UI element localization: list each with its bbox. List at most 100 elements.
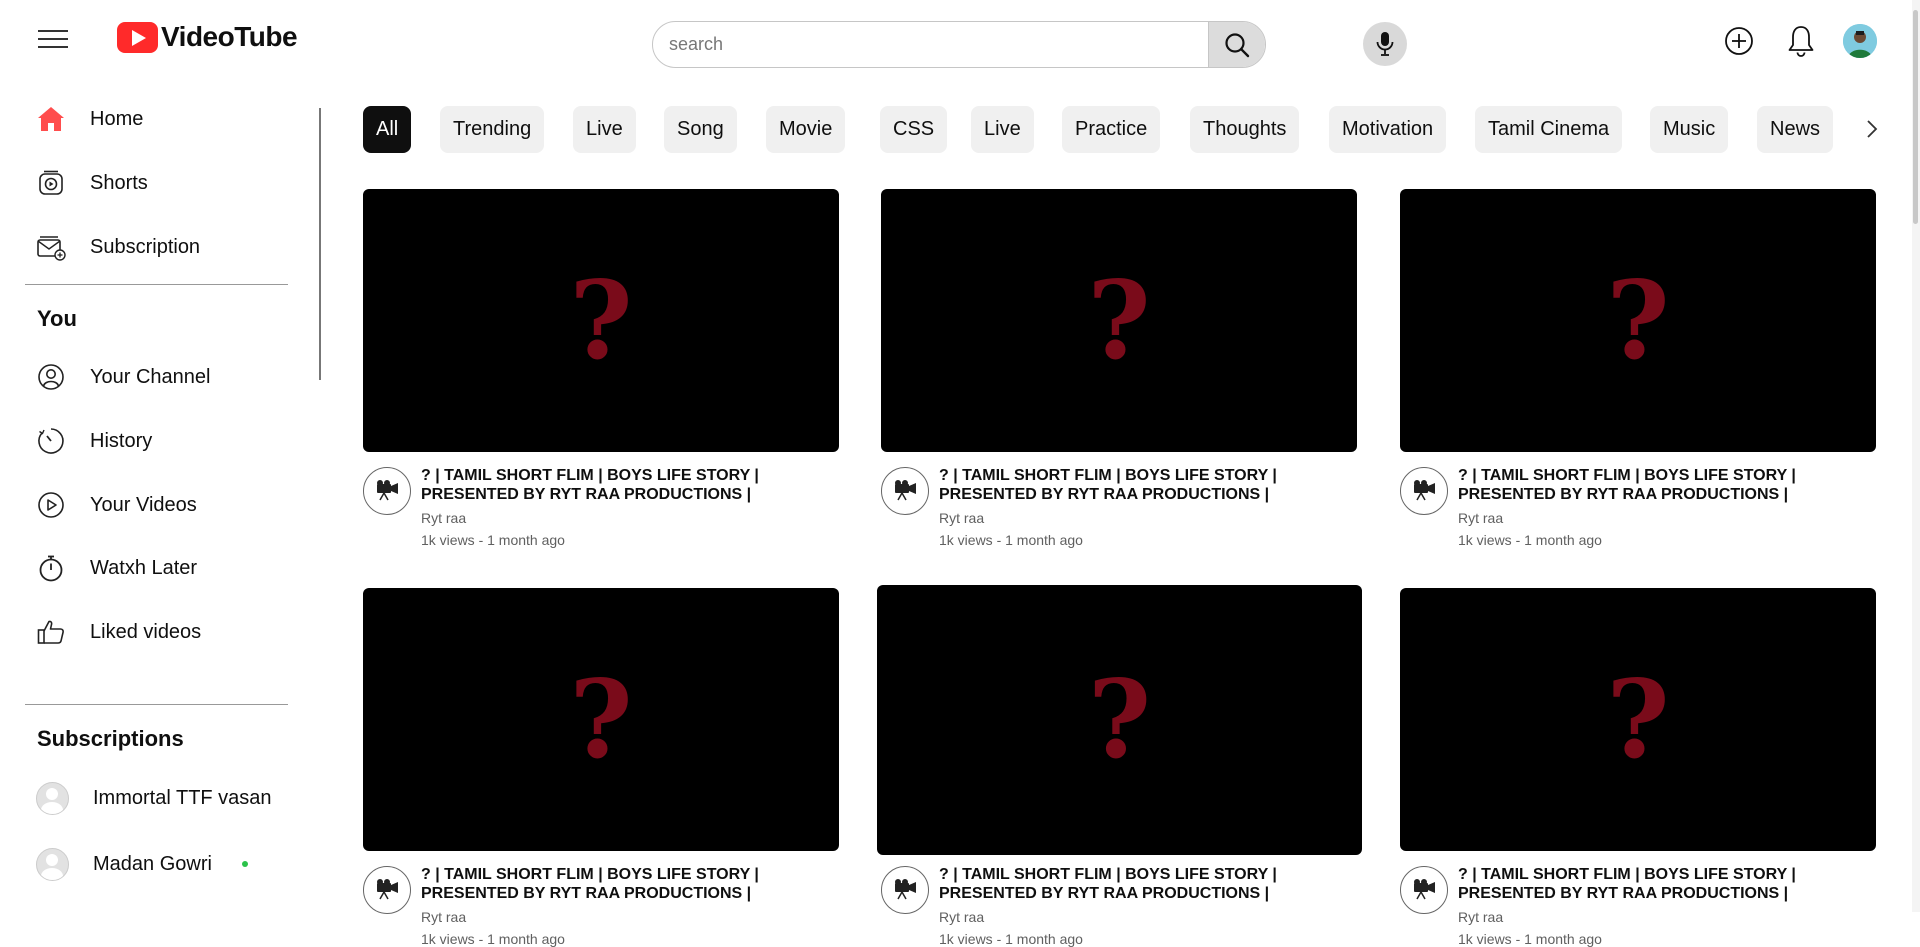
sidebar-item-shorts[interactable]: Shorts [34,161,294,205]
video-thumbnail[interactable]: ? [881,189,1357,452]
sidebar-item-your-videos[interactable]: Your Videos [34,483,294,527]
subscription-item[interactable]: Madan Gowri [36,842,316,886]
user-avatar[interactable] [1843,24,1877,58]
video-title[interactable]: ? | TAMIL SHORT FLIM | BOYS LIFE STORY |… [1458,466,1858,504]
bell-icon [1788,26,1814,57]
live-indicator-dot [241,861,248,867]
video-thumbnail[interactable]: ? [363,588,839,851]
chip-thoughts[interactable]: Thoughts [1190,106,1300,153]
app-name: VideoTube [161,21,298,52]
channel-name[interactable]: Ryt raa [421,909,466,925]
video-meta: 1k views - 1 month ago [421,931,565,947]
hamburger-menu-icon[interactable] [34,24,72,54]
channel-avatar [36,781,69,815]
sidebar-item-label: History [90,429,153,452]
video-title[interactable]: ? | TAMIL SHORT FLIM | BOYS LIFE STORY |… [939,466,1339,504]
top-header: VideoTube [0,0,1920,82]
app-logo[interactable]: VideoTube [117,20,298,54]
chip-live[interactable]: Live [573,106,636,153]
stopwatch-icon [34,551,68,585]
chip-css[interactable]: CSS [880,106,948,153]
scrollbar-thumb[interactable] [1913,10,1918,224]
video-title[interactable]: ? | TAMIL SHORT FLIM | BOYS LIFE STORY |… [939,865,1339,903]
sidebar-divider [25,704,288,705]
avatar-image [1843,24,1877,58]
channel-name[interactable]: Ryt raa [1458,909,1503,925]
channel-avatar [36,847,69,881]
channel-name[interactable]: Ryt raa [939,510,984,526]
sidebar-item-label: Your Videos [90,493,197,516]
voice-search-button[interactable] [1363,22,1407,66]
chip-song[interactable]: Song [664,106,737,153]
video-meta: 1k views - 1 month ago [1458,532,1602,548]
channel-logo[interactable] [363,866,411,914]
question-mark-graphic: ? [1606,257,1670,384]
channel-name[interactable]: Ryt raa [1458,510,1503,526]
subscription-label: Madan Gowri [93,852,212,875]
home-icon [34,102,68,136]
sidebar-item-label: Home [90,107,144,130]
chip-practice[interactable]: Practice [1062,106,1161,153]
chip-live[interactable]: Live [971,106,1034,153]
sidebar-item-liked-videos[interactable]: Liked videos [34,610,294,654]
sidebar-item-subscription[interactable]: Subscription [34,225,294,269]
channel-logo[interactable] [881,467,929,515]
channel-logo[interactable] [881,866,929,914]
camera-logo-icon [895,879,916,900]
play-circle-icon [34,488,68,522]
sidebar-item-label: Liked videos [90,620,202,643]
notifications-button[interactable] [1783,22,1819,60]
chip-trending[interactable]: Trending [440,106,545,153]
sidebar-item-label: Watxh Later [90,556,198,579]
video-meta: 1k views - 1 month ago [1458,931,1602,947]
sidebar-item-home[interactable]: Home [34,97,294,141]
chip-news[interactable]: News [1757,106,1834,153]
subscription-label: Immortal TTF vasan [93,786,272,809]
sidebar-item-your-channel[interactable]: Your Channel [34,355,294,399]
channel-logo[interactable] [363,467,411,515]
camera-logo-icon [895,480,916,501]
video-thumbnail[interactable]: ? [363,189,839,452]
search-button[interactable] [1208,22,1265,67]
camera-logo-icon [1414,480,1435,501]
chip-motivation[interactable]: Motivation [1329,106,1447,153]
chip-movie[interactable]: Movie [766,106,846,153]
subscription-icon [34,230,68,264]
sidebar-divider [25,284,288,285]
video-title[interactable]: ? | TAMIL SHORT FLIM | BOYS LIFE STORY |… [1458,865,1858,903]
video-meta: 1k views - 1 month ago [421,532,565,548]
search-bar [652,21,1266,68]
video-title[interactable]: ? | TAMIL SHORT FLIM | BOYS LIFE STORY |… [421,466,821,504]
play-logo-icon [117,21,158,53]
channel-logo[interactable] [1400,866,1448,914]
history-icon [34,424,68,458]
thumbs-up-icon [34,615,68,649]
subscription-item[interactable]: Immortal TTF vasan [36,776,316,820]
video-thumbnail[interactable]: ? [877,585,1362,855]
video-thumbnail[interactable]: ? [1400,189,1876,452]
section-title-subscriptions: Subscriptions [37,726,184,751]
question-mark-graphic: ? [1087,257,1151,384]
video-title[interactable]: ? | TAMIL SHORT FLIM | BOYS LIFE STORY |… [421,865,821,903]
create-button[interactable] [1722,24,1756,58]
search-input[interactable] [653,22,1265,67]
chip-tamil-cinema[interactable]: Tamil Cinema [1475,106,1623,153]
section-title-you: You [37,306,77,331]
sidebar-item-history[interactable]: History [34,419,294,463]
video-thumbnail[interactable]: ? [1400,588,1876,851]
sidebar-vertical-divider [319,108,321,380]
chips-next-button[interactable] [1857,112,1887,146]
channel-logo[interactable] [1400,467,1448,515]
video-meta: 1k views - 1 month ago [939,532,1083,548]
chip-all[interactable]: All [363,106,412,153]
sidebar-item-label: Subscription [90,235,201,258]
sidebar-item-label: Shorts [90,171,148,194]
sidebar-item-watch-later[interactable]: Watxh Later [34,546,294,590]
question-mark-graphic: ? [569,257,633,384]
microphone-icon [1376,32,1394,56]
channel-name[interactable]: Ryt raa [421,510,466,526]
chip-music[interactable]: Music [1650,106,1729,153]
question-mark-graphic: ? [1606,656,1670,783]
channel-name[interactable]: Ryt raa [939,909,984,925]
plus-circle-icon [1725,27,1753,55]
